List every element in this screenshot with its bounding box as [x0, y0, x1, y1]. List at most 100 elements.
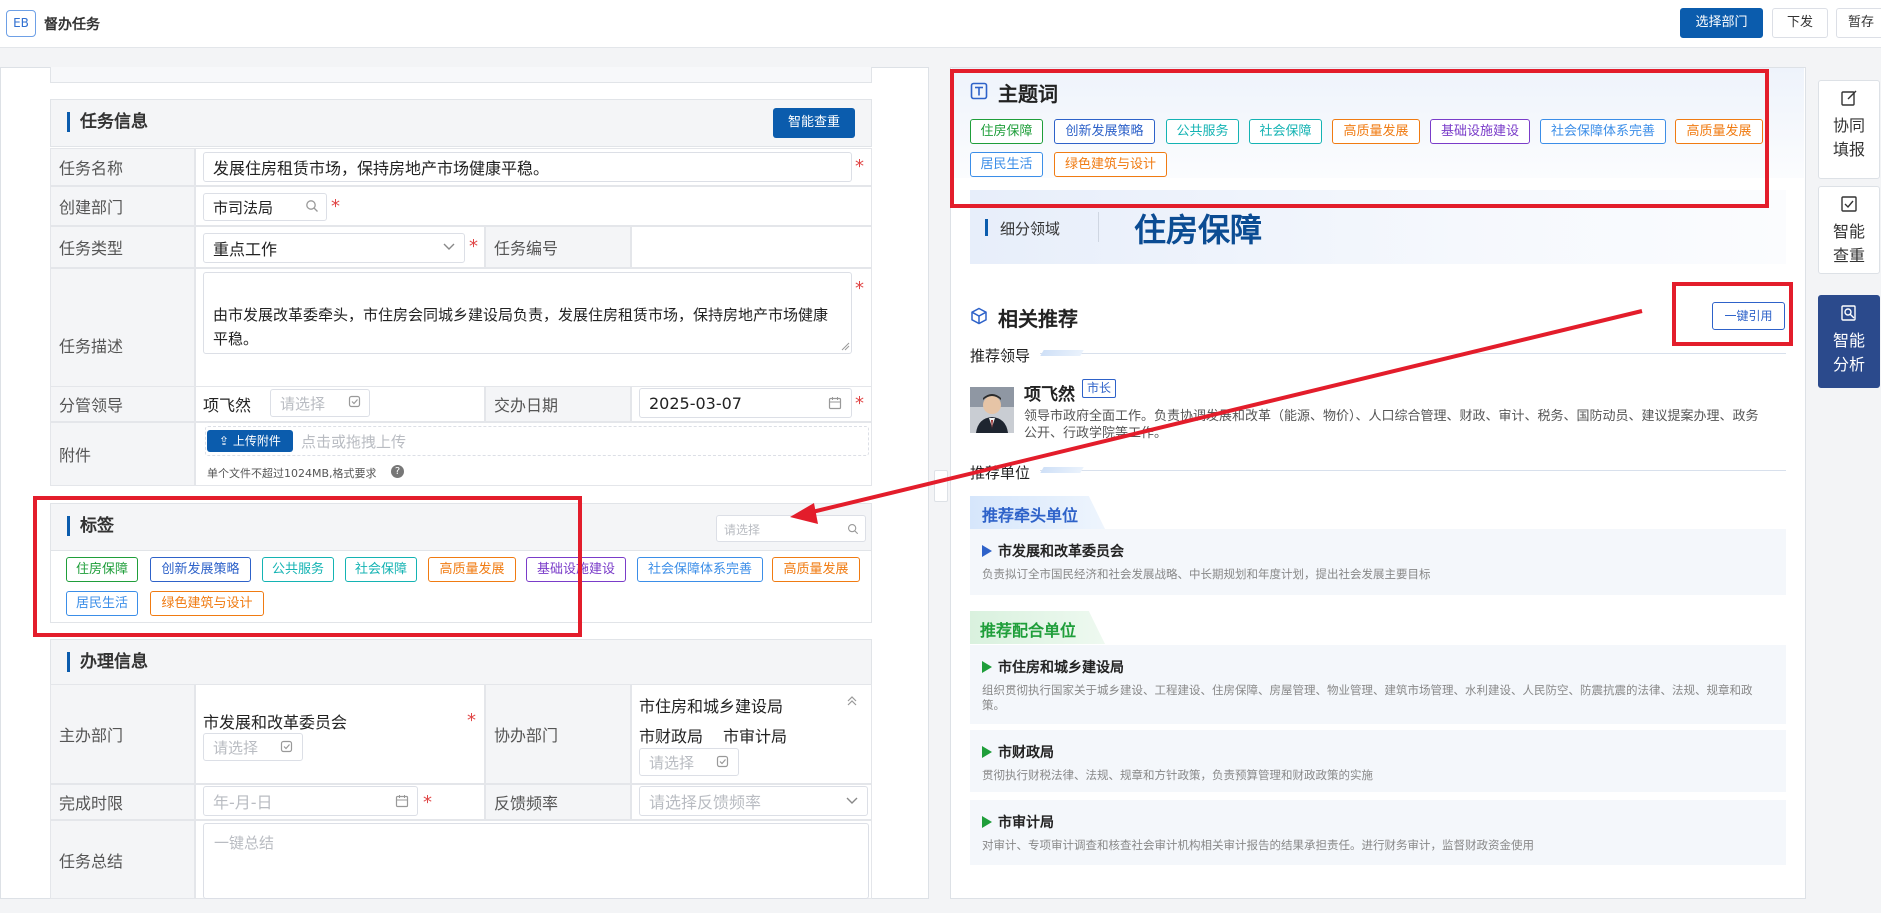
tag-search-input[interactable]: 请选择	[716, 515, 866, 542]
feedback-freq-placeholder: 请选择反馈频率	[649, 793, 762, 812]
cite-all-button[interactable]: 一键引用	[1712, 302, 1785, 330]
keyword-tag[interactable]: 高质量发展	[1332, 119, 1420, 144]
tag-item[interactable]: 绿色建筑与设计	[150, 591, 264, 616]
unit-name: 市住房和城乡建设局	[982, 657, 1124, 677]
tag-item[interactable]: 基础设施建设	[526, 557, 626, 582]
play-icon	[982, 661, 992, 673]
leader-avatar	[970, 387, 1014, 433]
panel-divider-handle[interactable]	[934, 470, 948, 502]
leader-name: 项飞然	[1024, 385, 1075, 405]
tag-item[interactable]: 住房保障	[66, 557, 138, 582]
subfield-value: 住房保障	[1134, 211, 1263, 249]
unit-name: 市发展和改革委员会	[982, 541, 1124, 561]
leader-description: 领导市政府全面工作。负责协调发展和改革（能源、物价）、人口综合管理、财政、审计、…	[1024, 409, 1759, 441]
keyword-tag[interactable]: 社会保障	[1249, 119, 1322, 144]
lead-dept-label: 主办部门	[50, 684, 195, 784]
task-desc-textarea[interactable]: 由市发展改革委牵头，市住房会同城乡建设局负责，发展住房租赁市场，保持房地产市场健…	[203, 272, 852, 354]
collab-fill-label: 协同填报	[1832, 116, 1865, 159]
analysis-icon	[1841, 305, 1856, 321]
smart-dup-check-side-button[interactable]: 智能查重	[1818, 186, 1880, 274]
unit-description: 对审计、专项审计调查和核查社会审计机构相关审计报告的结果承担责任。进行财务审计，…	[982, 838, 1534, 852]
smart-analysis-button[interactable]: 智能分析	[1818, 295, 1880, 388]
edit-icon	[1841, 90, 1857, 106]
keyword-tag[interactable]: 高质量发展	[1675, 119, 1763, 144]
coop-unit-title: 推荐配合单位	[980, 621, 1077, 640]
tag-item[interactable]: 高质量发展	[772, 557, 860, 582]
task-type-select[interactable]: 重点工作	[203, 233, 465, 263]
feedback-freq-select[interactable]: 请选择反馈频率	[639, 786, 868, 816]
keyword-tag[interactable]: 创新发展策略	[1054, 119, 1155, 144]
summary-placeholder: 一键总结	[214, 834, 275, 852]
leader-value: 项飞然	[203, 396, 252, 415]
select-dept-icon	[716, 755, 729, 768]
resize-handle-icon[interactable]	[841, 342, 850, 351]
help-icon[interactable]: ?	[391, 465, 404, 478]
heading-accent	[1040, 350, 1084, 356]
tag-item[interactable]: 创新发展策略	[150, 557, 251, 582]
required-mark: *	[423, 792, 432, 813]
play-icon	[982, 545, 992, 557]
tag-item[interactable]: 居民生活	[66, 591, 138, 616]
keywords-title: 主题词	[998, 82, 1058, 106]
upload-button[interactable]: ⇪ 上传附件	[207, 430, 293, 452]
assign-date-label: 交办日期	[485, 386, 631, 422]
deadline-label: 完成时限	[50, 784, 195, 820]
search-icon	[847, 523, 859, 535]
chevron-down-icon	[443, 243, 455, 250]
leader-role-badge: 市长	[1082, 379, 1117, 398]
recommend-title: 相关推荐	[998, 307, 1078, 331]
issue-button[interactable]: 下发	[1772, 8, 1828, 38]
calendar-icon	[828, 397, 842, 410]
collab-fill-button[interactable]: 协同填报	[1818, 80, 1880, 179]
task-code-cell[interactable]	[631, 226, 872, 268]
create-dept-value: 市司法局	[213, 198, 274, 217]
assign-date-input[interactable]: 2025-03-07	[639, 388, 852, 418]
keyword-tag[interactable]: 社会保障体系完善	[1540, 119, 1666, 144]
keyword-tag[interactable]: 公共服务	[1166, 119, 1239, 144]
feedback-freq-label: 反馈频率	[485, 784, 631, 820]
task-name-input[interactable]: 发展住房租赁市场，保持房地产市场健康平稳。	[203, 152, 852, 182]
tag-item[interactable]: 社会保障体系完善	[637, 557, 763, 582]
leader-placeholder: 请选择	[280, 394, 326, 413]
keyword-tag[interactable]: 居民生活	[970, 152, 1043, 177]
upload-hint: 点击或拖拽上传	[301, 433, 407, 451]
tag-item[interactable]: 社会保障	[345, 557, 417, 582]
unit-description: 组织贯彻执行国家关于城乡建设、工程建设、住房保障、房屋管理、物业管理、建筑市场管…	[982, 683, 1753, 712]
smart-check-button[interactable]: 智能查重	[773, 108, 855, 138]
calendar-icon	[395, 795, 409, 808]
task-desc-value: 由市发展改革委牵头，市住房会同城乡建设局负责，发展住房租赁市场，保持房地产市场健…	[213, 306, 829, 348]
app-logo: EB	[6, 10, 36, 37]
select-department-button[interactable]: 选择部门	[1680, 8, 1763, 38]
select-dept-icon	[280, 740, 293, 753]
tags-header: 标签 请选择	[50, 503, 872, 551]
deadline-input[interactable]: 年-月-日	[203, 786, 418, 816]
recommend-leader-heading: 推荐领导	[970, 347, 1031, 365]
handling-header: 办理信息	[50, 639, 872, 687]
top-bar: EB 督办任务 选择部门 下发 暂存	[0, 0, 1881, 48]
summary-textarea[interactable]: 一键总结	[203, 823, 869, 899]
assist-dept-label: 协办部门	[485, 684, 631, 784]
upload-button-label: 上传附件	[232, 434, 281, 448]
tag-item[interactable]: 高质量发展	[428, 557, 516, 582]
coop-unit-card[interactable]: 市财政局 贯彻执行财税法律、法规、规章和方针政策，负责预算管理和财政政策的实施	[970, 730, 1786, 792]
app-title: 督办任务	[44, 17, 100, 33]
coop-unit-card[interactable]: 市住房和城乡建设局 组织贯彻执行国家关于城乡建设、工程建设、住房保障、房屋管理、…	[970, 645, 1786, 724]
keyword-tag[interactable]: 住房保障	[970, 119, 1043, 144]
save-draft-button[interactable]: 暂存	[1836, 8, 1881, 38]
assist-dept-placeholder: 请选择	[649, 753, 695, 772]
text-icon	[970, 82, 988, 100]
lead-unit-card[interactable]: 市发展和改革委员会 负责拟订全市国民经济和社会发展战略、中长期规划和年度计划，提…	[970, 529, 1786, 595]
smart-analysis-label: 智能分析	[1832, 331, 1865, 374]
upload-icon: ⇪	[219, 434, 233, 448]
coop-unit-card[interactable]: 市审计局 对审计、专项审计调查和核查社会审计机构相关审计报告的结果承担责任。进行…	[970, 800, 1786, 865]
task-code-label: 任务编号	[485, 226, 631, 268]
keyword-tag[interactable]: 基础设施建设	[1430, 119, 1530, 144]
heading-accent	[1040, 467, 1084, 473]
task-type-value: 重点工作	[213, 240, 278, 259]
collapse-icon[interactable]	[846, 695, 858, 707]
unit-name: 市财政局	[982, 742, 1054, 762]
required-mark: *	[331, 196, 340, 217]
required-mark: *	[855, 393, 864, 414]
keyword-tag[interactable]: 绿色建筑与设计	[1054, 152, 1167, 177]
tag-item[interactable]: 公共服务	[262, 557, 334, 582]
